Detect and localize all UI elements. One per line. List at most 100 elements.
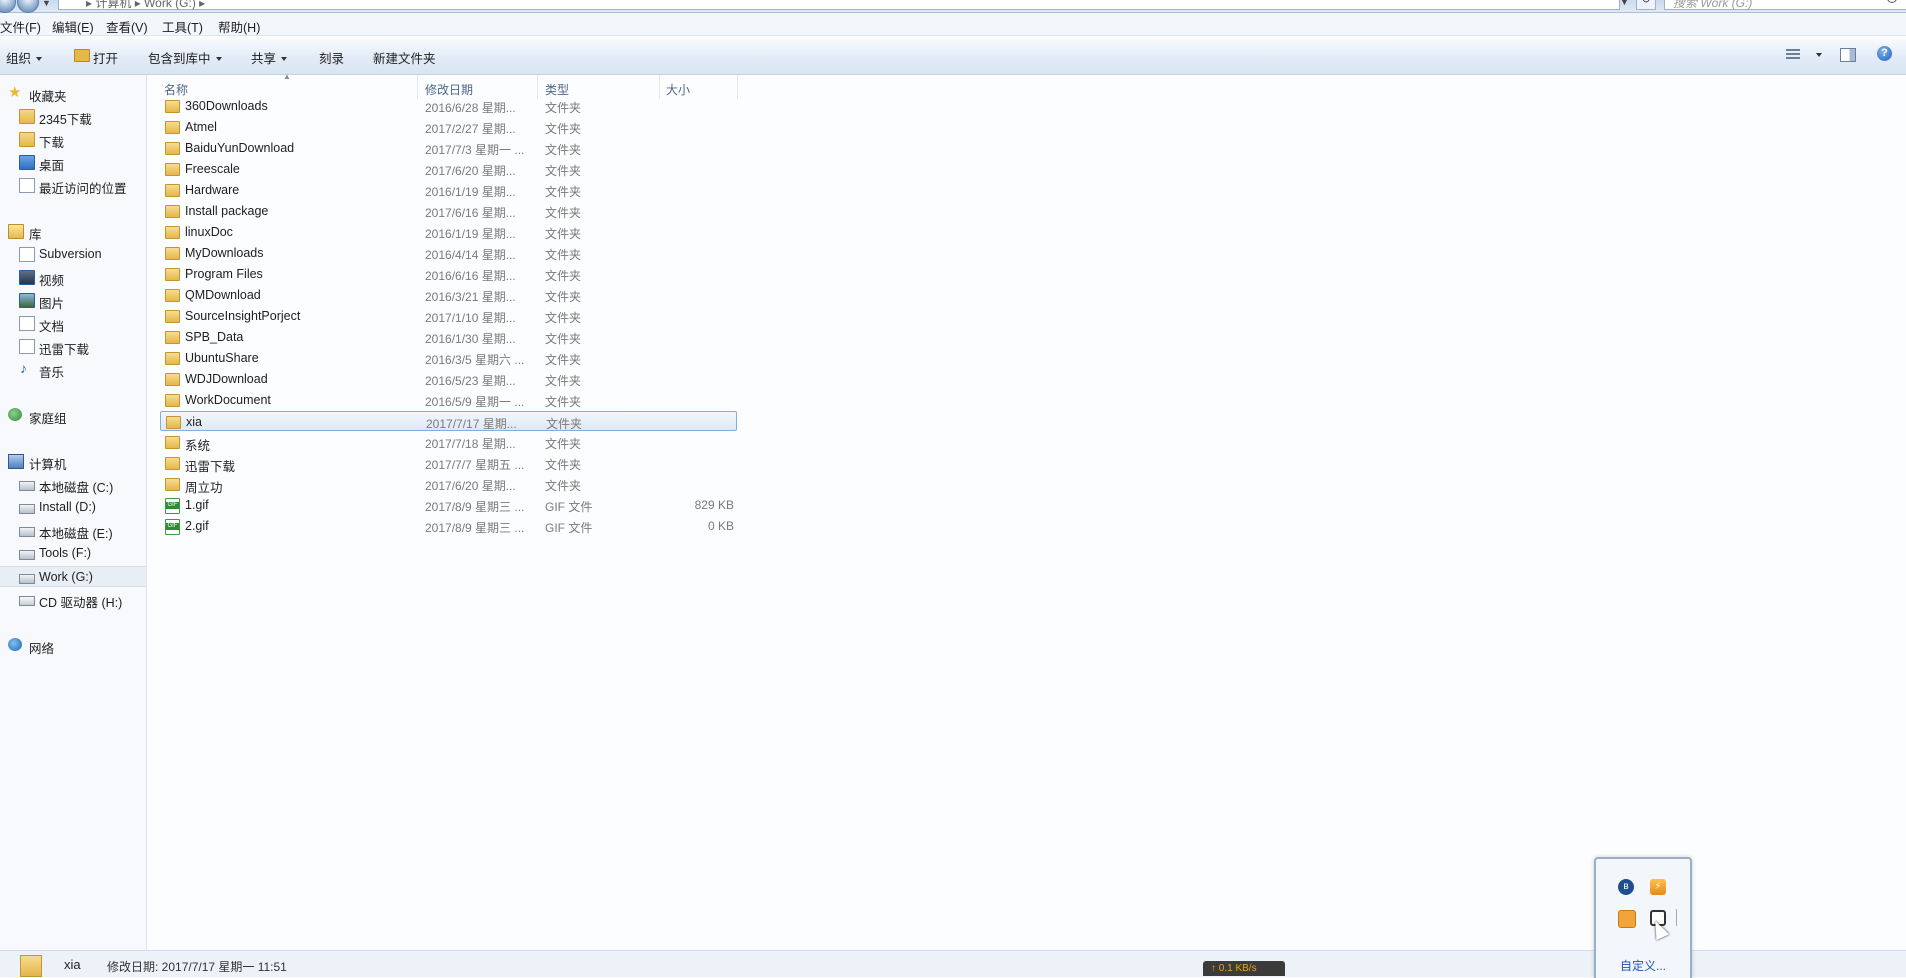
folder-icon [165, 163, 180, 176]
sidebar-item-music[interactable]: ♪ 音乐 [0, 359, 146, 380]
sidebar-item-network[interactable]: 网络 [0, 635, 146, 656]
file-row[interactable]: SPB_Data 2016/1/30 星期... 文件夹 [160, 327, 737, 347]
recent-pages-dropdown[interactable]: ▼ [42, 0, 51, 8]
sidebar-item-drive-d[interactable]: Install (D:) [0, 497, 146, 517]
preview-pane-icon[interactable] [1840, 48, 1856, 62]
menu-bar: 文件(F) 编辑(E) 查看(V) 工具(T) 帮助(H) [0, 13, 1906, 36]
back-button[interactable] [0, 0, 16, 13]
file-name: 2.gif [185, 519, 209, 533]
sidebar-item-pictures[interactable]: 图片 [0, 290, 146, 311]
sidebar-item-libraries[interactable]: 库 [0, 221, 146, 242]
file-row[interactable]: 周立功 2017/6/20 星期... 文件夹 [160, 474, 737, 495]
file-row[interactable]: BaiduYunDownload 2017/7/3 星期一 ... 文件夹 [160, 138, 737, 158]
refresh-button[interactable]: ↻ [1636, 0, 1656, 10]
file-type: GIF 文件 [545, 521, 593, 535]
sidebar-item-label: 家庭组 [29, 412, 67, 426]
address-path[interactable]: ▸ 计算机 ▸ Work (G:) ▸ [86, 0, 205, 11]
sidebar-item-drive-g[interactable]: Work (G:) [0, 566, 146, 587]
view-options-dropdown[interactable] [1816, 53, 1822, 57]
file-row[interactable]: SourceInsightPorject 2017/1/10 星期... 文件夹 [160, 306, 737, 326]
folder-icon [165, 373, 180, 386]
sidebar-item-label: Subversion [39, 247, 102, 261]
file-type: 文件夹 [545, 143, 582, 157]
folder-icon [165, 205, 180, 218]
sidebar-item-label: 2345下载 [39, 113, 92, 127]
column-divider[interactable] [737, 75, 738, 99]
folder-icon [165, 394, 180, 407]
tray-customize-link[interactable]: 自定义... [1620, 957, 1666, 974]
orange-app-icon[interactable] [1618, 910, 1636, 928]
file-row[interactable]: 360Downloads 2016/6/28 星期... 文件夹 [160, 96, 737, 116]
bluetooth-icon[interactable]: ʙ [1618, 879, 1634, 895]
homegroup-icon [8, 408, 22, 421]
sidebar-item-computer[interactable]: 计算机 [0, 451, 146, 472]
sidebar-item-label: 迅雷下载 [39, 343, 90, 357]
file-row[interactable]: xia 2017/7/17 星期... 文件夹 [160, 411, 737, 431]
file-row[interactable]: 1.gif 2017/8/9 星期三 ... GIF 文件 829 KB [160, 495, 737, 515]
sidebar-item-drive-f[interactable]: Tools (F:) [0, 543, 146, 563]
new-folder-button[interactable]: 新建文件夹 [373, 48, 436, 67]
menu-edit[interactable]: 编辑(E) [52, 17, 94, 36]
sidebar-item-2345-downloads[interactable]: 2345下载 [0, 106, 146, 127]
sidebar-item-videos[interactable]: 视频 [0, 267, 146, 288]
include-in-library-button[interactable]: 包含到库中 [148, 48, 222, 67]
address-history-dropdown[interactable]: ▼ [1620, 0, 1629, 7]
file-row[interactable]: Install package 2017/6/16 星期... 文件夹 [160, 201, 737, 221]
file-date: 2017/6/20 星期... [425, 164, 516, 178]
file-row[interactable]: Hardware 2016/1/19 星期... 文件夹 [160, 180, 737, 200]
file-row[interactable]: Atmel 2017/2/27 星期... 文件夹 [160, 117, 737, 137]
file-type: 文件夹 [545, 248, 582, 262]
desktop-icon [19, 155, 35, 170]
menu-tools[interactable]: 工具(T) [162, 17, 203, 36]
file-row[interactable]: Program Files 2016/6/16 星期... 文件夹 [160, 264, 737, 284]
file-row[interactable]: MyDownloads 2016/4/14 星期... 文件夹 [160, 243, 737, 263]
sidebar-item-subversion[interactable]: Subversion [0, 244, 146, 264]
share-button[interactable]: 共享 [251, 48, 288, 67]
file-row[interactable]: 迅雷下载 2017/7/7 星期五 ... 文件夹 [160, 453, 737, 474]
file-row[interactable]: WDJDownload 2016/5/23 星期... 文件夹 [160, 369, 737, 389]
sidebar-item-label: 文档 [39, 320, 65, 334]
file-row[interactable]: WorkDocument 2016/5/9 星期一 ... 文件夹 [160, 390, 737, 410]
sidebar-item-drive-h[interactable]: CD 驱动器 (H:) [0, 589, 146, 610]
include-in-library-label: 包含到库中 [148, 52, 211, 66]
view-options-icon[interactable] [1786, 49, 1800, 61]
address-bar[interactable] [58, 0, 1620, 10]
sidebar-item-label: 下载 [39, 136, 65, 150]
file-row[interactable]: Freescale 2017/6/20 星期... 文件夹 [160, 159, 737, 179]
sidebar-item-drive-c[interactable]: 本地磁盘 (C:) [0, 474, 146, 495]
video-icon [19, 270, 35, 285]
burn-button[interactable]: 刻录 [319, 48, 344, 67]
search-icon[interactable] [1887, 0, 1897, 3]
sidebar-item-xunlei-downloads[interactable]: 迅雷下载 [0, 336, 146, 357]
file-name: Install package [185, 204, 269, 218]
folder-icon [165, 289, 180, 302]
file-name: xia [186, 415, 202, 429]
file-row[interactable]: UbuntuShare 2016/3/5 星期六 ... 文件夹 [160, 348, 737, 368]
drive-icon [19, 550, 35, 560]
file-row[interactable]: 系统 2017/7/18 星期... 文件夹 [160, 432, 737, 453]
menu-view[interactable]: 查看(V) [106, 17, 148, 36]
file-row[interactable]: QMDownload 2016/3/21 星期... 文件夹 [160, 285, 737, 305]
network-speed-widget[interactable]: ↑ 0.1 KB/s [1203, 961, 1285, 976]
folder-icon [165, 184, 180, 197]
sidebar-item-homegroup[interactable]: 家庭组 [0, 405, 146, 426]
open-button[interactable]: 打开 [93, 48, 118, 67]
file-date: 2016/1/19 星期... [425, 227, 516, 241]
sidebar-item-desktop[interactable]: 桌面 [0, 152, 146, 173]
search-input[interactable]: 搜索 Work (G:) [1664, 0, 1906, 10]
sidebar-item-downloads[interactable]: 下载 [0, 129, 146, 150]
sidebar-item-documents[interactable]: 文档 [0, 313, 146, 334]
organize-button[interactable]: 组织 [6, 48, 43, 67]
file-date: 2017/7/7 星期五 ... [425, 458, 525, 472]
sidebar-item-drive-e[interactable]: 本地磁盘 (E:) [0, 520, 146, 541]
file-date: 2017/8/9 星期三 ... [425, 521, 525, 535]
sidebar-item-recent-places[interactable]: 最近访问的位置 [0, 175, 146, 196]
forward-button[interactable] [17, 0, 39, 13]
sidebar-item-favorites[interactable]: ★ 收藏夹 [0, 83, 146, 104]
file-row[interactable]: linuxDoc 2016/1/19 星期... 文件夹 [160, 222, 737, 242]
security-shield-icon[interactable]: ⚡ [1650, 879, 1666, 895]
menu-help[interactable]: 帮助(H) [218, 17, 260, 36]
help-icon[interactable]: ? [1877, 46, 1892, 61]
file-row[interactable]: 2.gif 2017/8/9 星期三 ... GIF 文件 0 KB [160, 516, 737, 536]
menu-file[interactable]: 文件(F) [0, 17, 41, 36]
